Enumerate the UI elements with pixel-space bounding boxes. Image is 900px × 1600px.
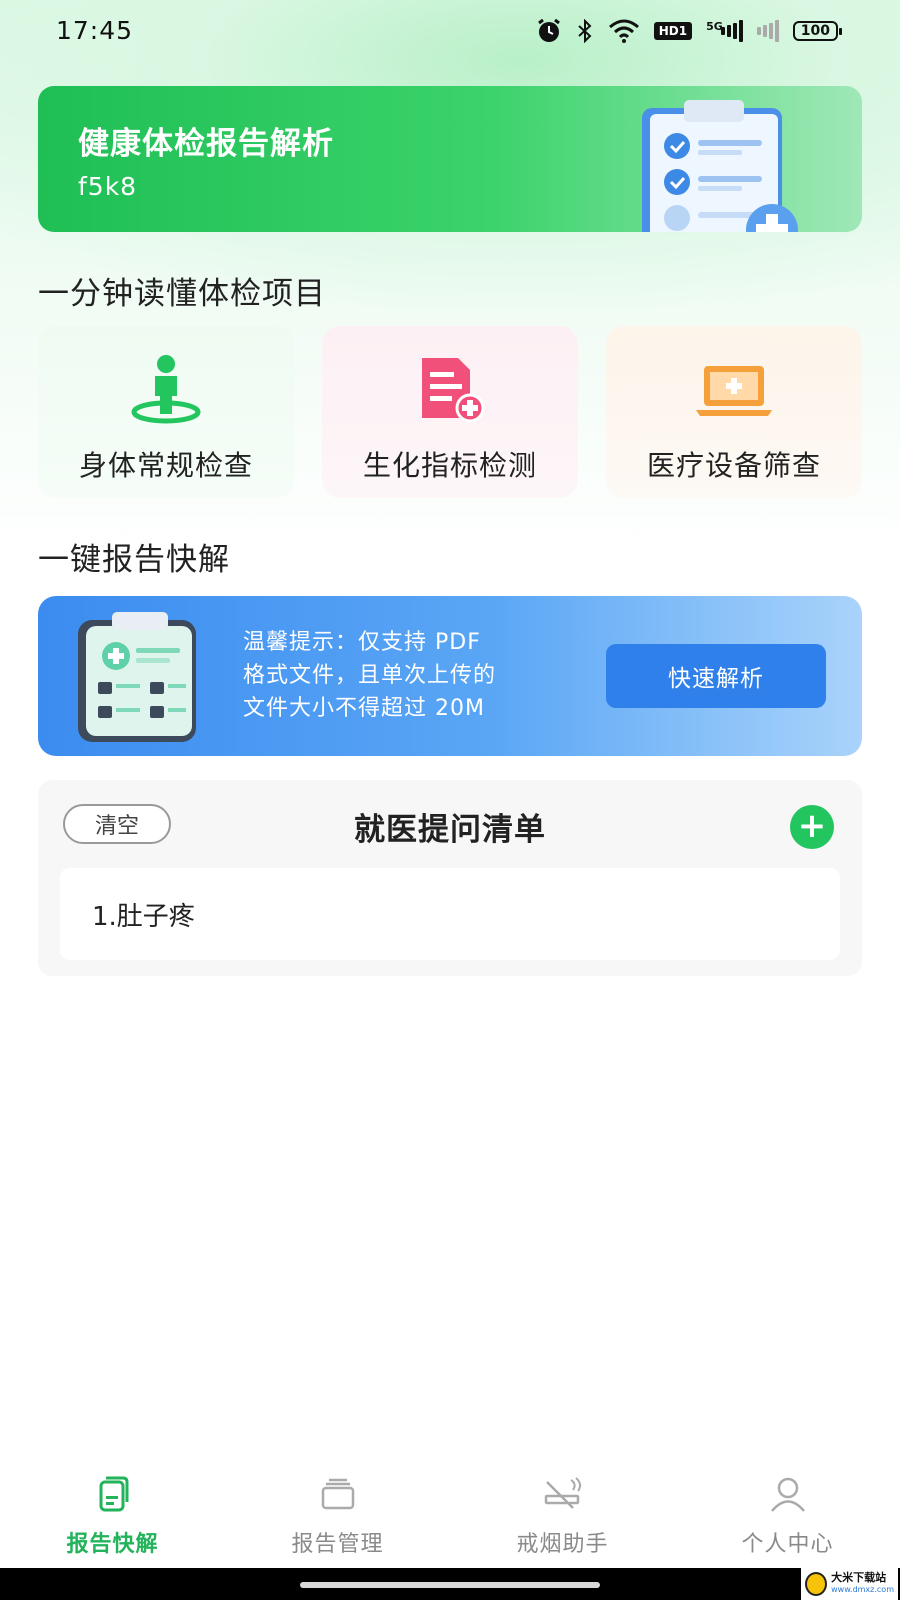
alarm-icon [536,18,562,44]
bluetooth-icon [576,19,594,43]
signal-icon [756,20,779,42]
upload-tip: 温馨提示：仅支持 PDF 格式文件，且单次上传的 文件大小不得超过 20M [243,626,573,725]
card-physical-exam[interactable]: 身体常规检查 [38,326,294,498]
nav-label: 个人中心 [741,1532,834,1557]
watermark-text: 大米下载站 [831,1571,887,1584]
watermark-url: www.dmxz.com [831,1585,894,1594]
hero-title: 健康体检报告解析 [78,126,334,162]
list-item-text: 1.肚子疼 [92,902,195,932]
home-indicator[interactable] [300,1582,600,1588]
status-time: 17:45 [56,16,134,45]
upload-tip-line: 文件大小不得超过 20M [243,696,485,721]
card-label: 身体常规检查 [78,449,253,482]
folder-icon [321,1478,354,1510]
add-question-button[interactable]: + [790,805,834,849]
quick-analyze-button[interactable]: 快速解析 [606,644,826,708]
card-label: 医疗设备筛查 [646,449,821,482]
person-location-icon [131,355,201,424]
upload-banner: 温馨提示：仅支持 PDF 格式文件，且单次上传的 文件大小不得超过 20M 快速… [38,596,862,756]
nav-item-profile[interactable]: 个人中心 [675,1462,900,1566]
nav-item-report-manage[interactable]: 报告管理 [225,1462,450,1566]
hd-icon: HD1 [653,22,693,40]
watermark: 大米下载站 www.dmxz.com [801,1568,898,1600]
hero-banner[interactable]: 健康体检报告解析 f5k8 [38,86,862,232]
no-smoking-icon [544,1477,581,1509]
card-biochemical-test[interactable]: 生化指标检测 [322,326,578,498]
section-title-items: 一分钟读懂体检项目 [38,276,326,312]
laptop-medical-icon [696,366,772,416]
document-add-icon [422,358,485,423]
battery-icon: 100 [792,21,843,41]
report-icon [99,1476,128,1512]
hero-subtitle: f5k8 [78,172,138,201]
nav-label: 戒烟助手 [516,1532,609,1557]
status-bar: 17:45 HD1 5G 100 [0,0,900,64]
clipboard-checklist-icon [642,100,798,232]
bottom-nav: 报告快解 报告管理 戒烟助手 个人中心 [0,1462,900,1566]
card-label: 生化指标检测 [362,449,537,482]
status-icons: HD1 5G 100 [536,18,843,44]
question-list-title: 就医提问清单 [354,812,546,848]
system-navigation-bar: 大米下载站 www.dmxz.com [0,1568,900,1600]
watermark-logo-icon [805,1572,828,1596]
nav-item-quit-smoking[interactable]: 戒烟助手 [450,1462,675,1566]
card-device-screening[interactable]: 医疗设备筛查 [606,326,862,498]
user-icon [770,1477,805,1512]
nav-label: 报告快解 [66,1532,159,1557]
nav-item-report-quick[interactable]: 报告快解 [0,1462,225,1566]
list-item[interactable]: 1.肚子疼 [60,868,840,960]
upload-tip-line: 格式文件，且单次上传的 [243,663,497,688]
section-title-report: 一键报告快解 [38,542,230,578]
question-list-card: 清空 就医提问清单 + 1.肚子疼 [38,780,862,976]
nav-label: 报告管理 [291,1532,384,1557]
signal-5g-icon: 5G [706,20,743,42]
upload-tip-line: 温馨提示：仅支持 PDF [243,630,481,655]
medical-report-icon [78,612,196,742]
wifi-icon [608,19,640,43]
